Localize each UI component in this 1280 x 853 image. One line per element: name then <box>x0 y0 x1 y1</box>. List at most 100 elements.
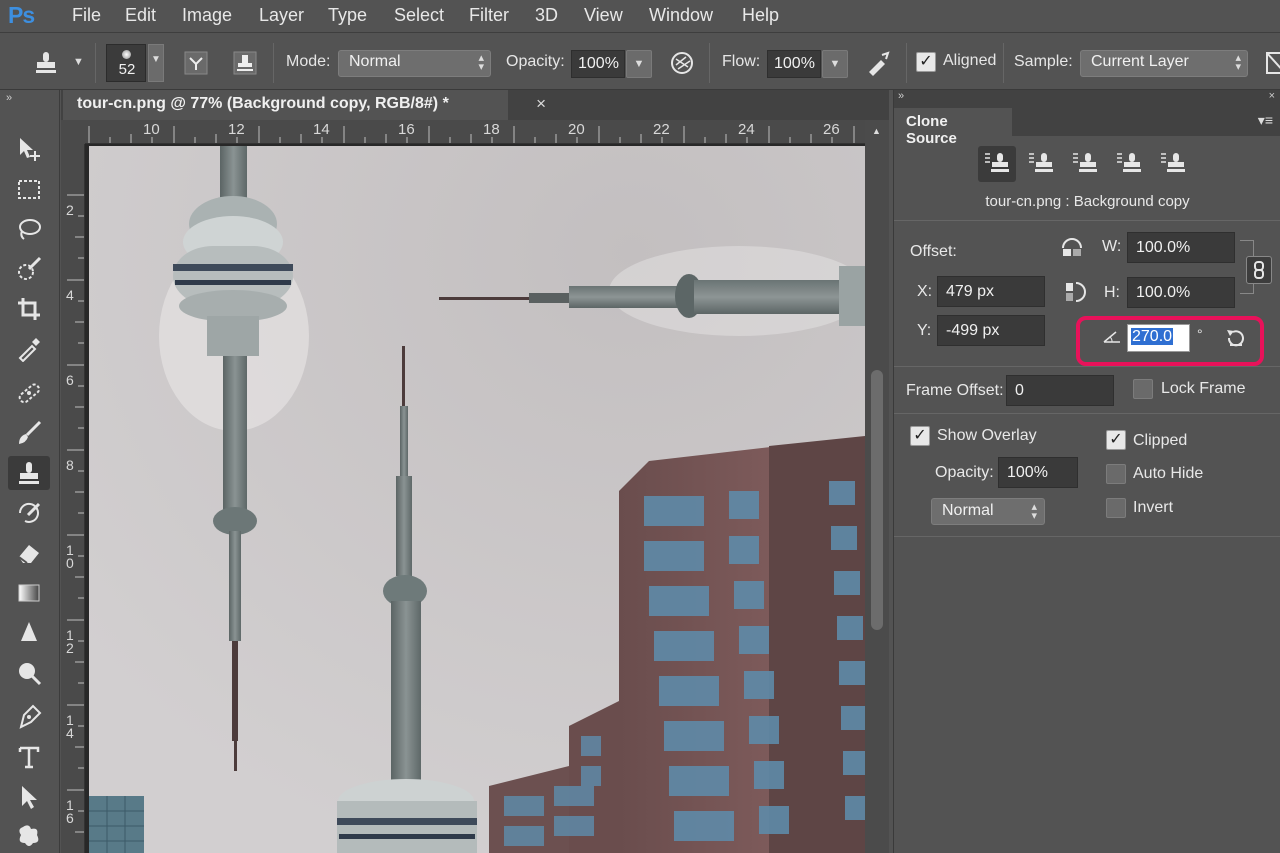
offset-x-input[interactable]: 479 px <box>937 276 1045 307</box>
flow-input[interactable]: 100% <box>767 50 821 78</box>
scroll-thumb[interactable] <box>871 370 883 630</box>
blur-tool-icon[interactable] <box>8 616 50 650</box>
horizontal-ruler[interactable]: 10 12 14 16 18 20 22 24 26 <box>85 120 865 144</box>
degree-symbol: ° <box>1197 326 1203 342</box>
auto-hide-label: Auto Hide <box>1133 465 1204 482</box>
document-tab[interactable]: tour-cn.png @ 77% (Background copy, RGB/… <box>63 90 546 120</box>
history-brush-tool-icon[interactable] <box>8 496 50 530</box>
chain-link-icon[interactable] <box>1246 256 1272 284</box>
menu-layer[interactable]: Layer <box>259 5 304 26</box>
move-tool-icon[interactable] <box>8 132 50 166</box>
ruler-mark: 2 <box>66 202 74 218</box>
clone-stamp-preset-icon[interactable] <box>30 47 62 79</box>
custom-shape-tool-icon[interactable] <box>8 818 50 852</box>
menu-edit[interactable]: Edit <box>125 5 156 26</box>
menu-3d[interactable]: 3D <box>535 5 558 26</box>
offset-y-input[interactable]: -499 px <box>937 315 1045 346</box>
width-scale-input[interactable]: 100.0% <box>1127 232 1235 263</box>
clone-stamp-tool-icon[interactable] <box>8 456 50 490</box>
eyedropper-tool-icon[interactable] <box>8 332 50 366</box>
reset-transform-icon[interactable] <box>1224 327 1246 353</box>
close-panel-group-icon[interactable]: × <box>1269 90 1275 102</box>
ruler-mark: 10 <box>143 121 160 138</box>
menu-type[interactable]: Type <box>328 5 367 26</box>
auto-hide-checkbox[interactable] <box>1106 464 1126 484</box>
show-overlay-checkbox[interactable]: ✓ <box>910 426 930 446</box>
aligned-checkbox[interactable]: ✓ <box>916 52 936 72</box>
clone-source-5-icon[interactable] <box>1154 146 1192 182</box>
opacity-label: Opacity: <box>506 53 565 70</box>
ruler-mark: 1 0 <box>66 542 74 571</box>
airbrush-icon[interactable] <box>862 47 894 79</box>
pen-tool-icon[interactable] <box>8 700 50 734</box>
overlay-blend-mode-select[interactable]: Normal ▴ ▾ <box>931 498 1045 525</box>
lasso-tool-icon[interactable] <box>8 212 50 246</box>
mode-select[interactable]: Normal ▴ ▾ <box>338 50 491 77</box>
clone-source-panel-toggle-icon[interactable] <box>229 47 261 79</box>
image-canvas[interactable] <box>89 146 865 853</box>
flip-vertical-icon[interactable] <box>1064 280 1086 308</box>
clone-source-2-icon[interactable] <box>1022 146 1060 182</box>
overlay-opacity-input[interactable]: 100% <box>998 457 1078 488</box>
opacity-input[interactable]: 100% <box>571 50 625 78</box>
marquee-tool-icon[interactable] <box>8 172 50 206</box>
preset-dropdown-arrow[interactable]: ▼ <box>73 56 84 68</box>
type-tool-icon[interactable] <box>8 740 50 774</box>
menu-select[interactable]: Select <box>394 5 444 26</box>
flow-slider-arrow[interactable]: ▼ <box>822 50 848 78</box>
frame-offset-label: Frame Offset: <box>906 382 1004 399</box>
clone-source-4-icon[interactable] <box>1110 146 1148 182</box>
vertical-scrollbar[interactable]: ▲ <box>865 120 889 853</box>
clone-source-3-icon[interactable] <box>1066 146 1104 182</box>
healing-brush-tool-icon[interactable] <box>8 376 50 410</box>
rotation-angle-value: 270.0 <box>1131 328 1174 345</box>
close-tab-icon[interactable]: × <box>536 94 546 114</box>
mode-label: Mode: <box>286 53 331 70</box>
ruler-mark: 8 <box>66 457 74 473</box>
brush-tool-icon[interactable] <box>8 416 50 450</box>
canvas-photo <box>89 146 865 853</box>
ruler-mark: 26 <box>823 121 840 138</box>
scroll-up-arrow[interactable]: ▲ <box>872 126 881 136</box>
brush-size-preview[interactable]: 52 <box>106 44 146 82</box>
sample-select[interactable]: Current Layer ▴ ▾ <box>1080 50 1248 77</box>
path-selection-tool-icon[interactable] <box>8 780 50 814</box>
rotation-angle-icon <box>1102 330 1122 348</box>
gradient-tool-icon[interactable] <box>8 576 50 610</box>
ignore-adjustment-layers-icon[interactable] <box>1258 47 1280 79</box>
brush-picker-arrow[interactable]: ▼ <box>148 44 164 82</box>
lock-frame-checkbox[interactable] <box>1133 379 1153 399</box>
height-scale-input[interactable]: 100.0% <box>1127 277 1235 308</box>
collapse-panel-icon[interactable]: » <box>6 92 12 104</box>
menu-filter[interactable]: Filter <box>469 5 509 26</box>
opacity-slider-arrow[interactable]: ▼ <box>626 50 652 78</box>
menu-file[interactable]: File <box>72 5 101 26</box>
flip-horizontal-icon[interactable] <box>1060 236 1084 262</box>
sample-label: Sample: <box>1014 53 1073 70</box>
quick-selection-tool-icon[interactable] <box>8 252 50 286</box>
mode-value: Normal <box>349 53 401 70</box>
vertical-ruler[interactable]: 2 4 6 8 1 0 1 2 1 4 1 6 <box>61 144 85 853</box>
collapse-panel-icon[interactable]: » <box>898 90 904 102</box>
rotation-angle-input[interactable]: 270.0 <box>1127 324 1190 352</box>
invert-label: Invert <box>1133 499 1174 516</box>
clone-source-1-icon[interactable] <box>978 146 1016 182</box>
clipped-label: Clipped <box>1133 432 1188 449</box>
pressure-opacity-icon[interactable] <box>666 47 698 79</box>
menu-window[interactable]: Window <box>649 5 713 26</box>
eraser-tool-icon[interactable] <box>8 536 50 570</box>
ruler-origin[interactable] <box>61 120 85 144</box>
divider <box>709 43 710 83</box>
menu-image[interactable]: Image <box>182 5 232 26</box>
clipped-checkbox[interactable]: ✓ <box>1106 430 1126 450</box>
invert-checkbox[interactable] <box>1106 498 1126 518</box>
crop-tool-icon[interactable] <box>8 292 50 326</box>
sample-value: Current Layer <box>1091 53 1189 70</box>
brush-panel-toggle-icon[interactable] <box>180 47 212 79</box>
dodge-tool-icon[interactable] <box>8 656 50 690</box>
menu-view[interactable]: View <box>584 5 623 26</box>
panel-tab-clone-source[interactable]: Clone Source <box>894 108 1012 147</box>
frame-offset-input[interactable]: 0 <box>1006 375 1114 406</box>
panel-menu-icon[interactable]: ▾≡ <box>1258 112 1273 129</box>
menu-help[interactable]: Help <box>742 5 779 26</box>
